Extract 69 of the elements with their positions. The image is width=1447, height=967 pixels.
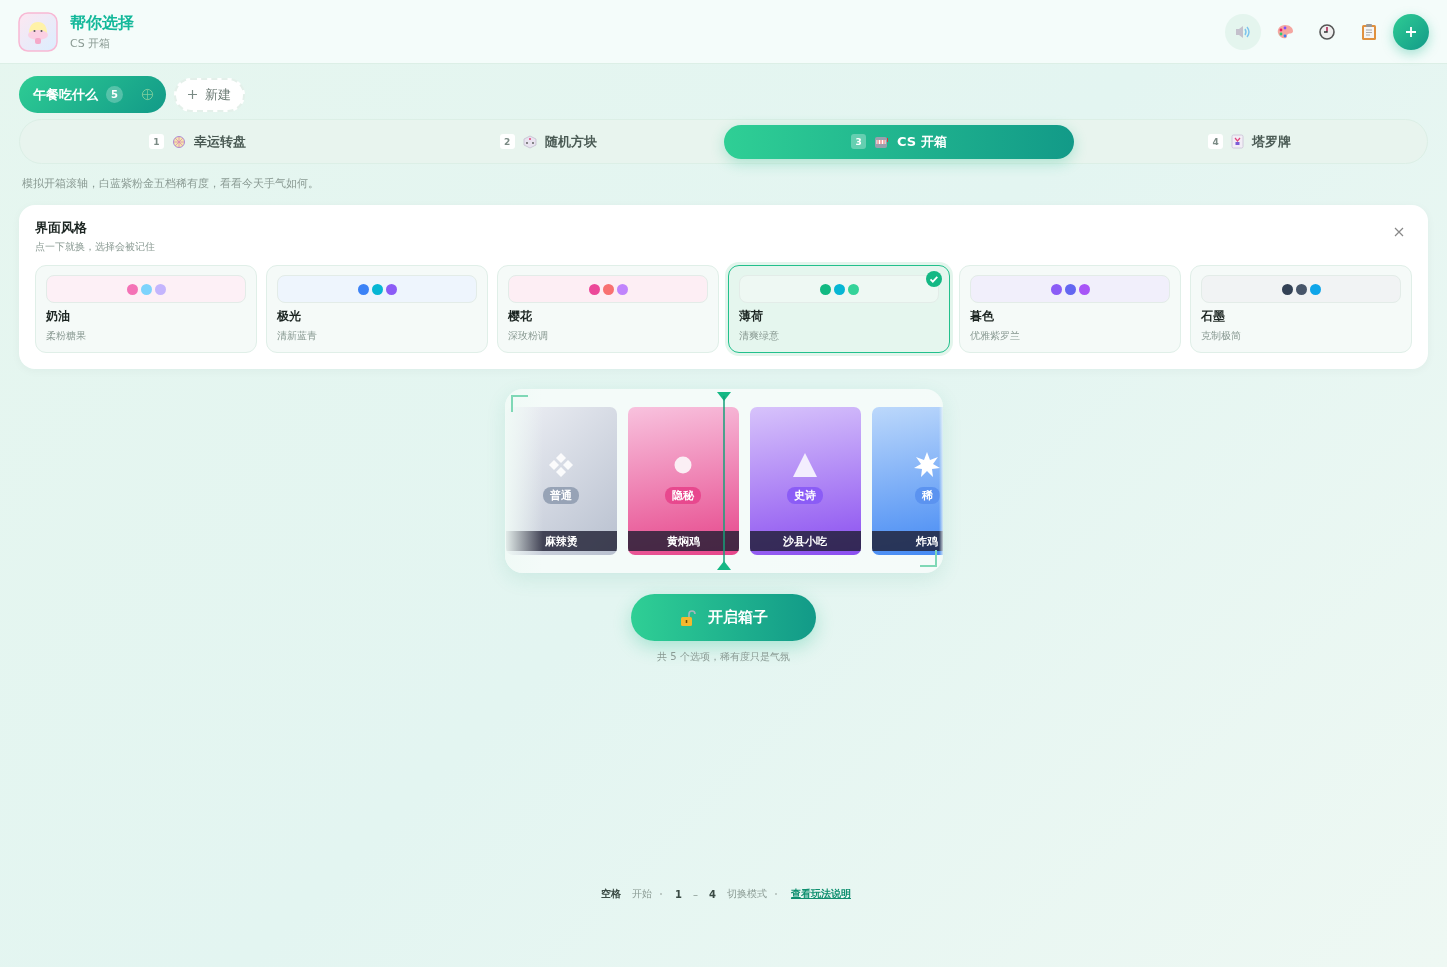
close-icon [1394, 227, 1404, 237]
key-label: 4 [708, 887, 717, 902]
clock-icon [1318, 22, 1336, 41]
shortcut-text: 切换模式 [726, 887, 767, 901]
theme-note: 清新蓝青 [277, 330, 318, 343]
index-badge: 4 [1208, 134, 1224, 149]
theme-note: 克制极简 [1201, 330, 1242, 343]
item-name: 黄焖鸡 [627, 531, 739, 551]
index-badge: 1 [148, 134, 164, 149]
panel-subtitle: 点一下就换，选择会被记住 [35, 240, 155, 254]
index-badge: 3 [851, 134, 867, 149]
corner-bracket [510, 395, 529, 413]
rarity-tag: 稀 [914, 487, 940, 504]
theme-name: 极光 [277, 308, 302, 325]
rarity-tag: 普通 [543, 487, 579, 504]
theme-card[interactable]: 极光 清新蓝青 [266, 265, 488, 353]
theme-name: 奶油 [46, 308, 71, 325]
item-name: 沙县小吃 [749, 531, 861, 551]
wheel-icon [171, 134, 186, 149]
theme-name: 暮色 [970, 308, 995, 325]
palette-icon [1276, 22, 1294, 41]
app-logo [18, 11, 58, 52]
clipboard-icon [1361, 22, 1377, 41]
theme-note: 深玫粉调 [508, 330, 549, 343]
theme-card[interactable]: 奶油 柔粉糖果 [35, 265, 257, 353]
mode-tab[interactable]: 1 幸运转盘 [22, 124, 373, 159]
slot-machine-icon [874, 134, 890, 149]
theme-note: 优雅紫罗兰 [970, 330, 1021, 343]
mode-description: 模拟开箱滚轴，白蓝紫粉金五档稀有度，看看今天手气如何。 [22, 176, 320, 191]
theme-card[interactable]: 石墨 克制极简 [1190, 265, 1412, 353]
sound-button[interactable] [1225, 13, 1261, 50]
index-badge: 2 [499, 134, 515, 149]
help-link[interactable]: 查看玩法说明 [790, 887, 851, 901]
app-title: 帮你选择 [70, 12, 135, 34]
tarot-card-icon [1231, 134, 1245, 149]
theme-name: 石墨 [1201, 308, 1226, 325]
count-badge: 5 [106, 86, 123, 103]
padlock-icon [679, 608, 696, 627]
corner-bracket [918, 549, 937, 567]
shortcut-text: – [693, 888, 698, 900]
mode-tab[interactable]: 4 塔罗牌 [1074, 124, 1425, 159]
triangle-icon [791, 451, 819, 479]
new-list-button[interactable]: 新建 [174, 77, 245, 112]
plus-icon [1405, 25, 1417, 38]
mode-tab[interactable]: 2 随机方块 [372, 124, 724, 159]
hint-text: 共 5 个选项，稀有度只是气氛 [657, 650, 790, 664]
key-label: 空格 [600, 887, 623, 901]
wheel-icon [141, 88, 154, 101]
key-label: 1 [674, 887, 683, 902]
rarity-tag: 史诗 [787, 487, 823, 504]
plus-icon [188, 90, 197, 99]
dice-icon [522, 134, 537, 149]
theme-note: 柔粉糖果 [46, 330, 87, 343]
check-icon [926, 271, 942, 287]
star-burst-icon [913, 451, 941, 479]
item-name: 麻辣烫 [505, 531, 617, 551]
shortcut-text: 开始 [632, 887, 653, 901]
theme-name: 樱花 [508, 308, 533, 325]
theme-card[interactable]: 暮色 优雅紫罗兰 [959, 265, 1181, 353]
theme-name: 薄荷 [739, 308, 764, 325]
item-name: 炸鸡 [871, 531, 943, 551]
theme-note: 清爽绿意 [739, 330, 780, 343]
diamond-cluster-icon [547, 451, 575, 479]
app-subtitle: CS 开箱 [70, 35, 112, 51]
panel-title: 界面风格 [35, 219, 87, 237]
rarity-tag: 隐秘 [665, 487, 701, 504]
theme-card[interactable]: 樱花 深玫粉调 [497, 265, 719, 353]
add-button[interactable] [1393, 13, 1429, 50]
theme-card[interactable]: 薄荷 清爽绿意 [728, 265, 950, 353]
